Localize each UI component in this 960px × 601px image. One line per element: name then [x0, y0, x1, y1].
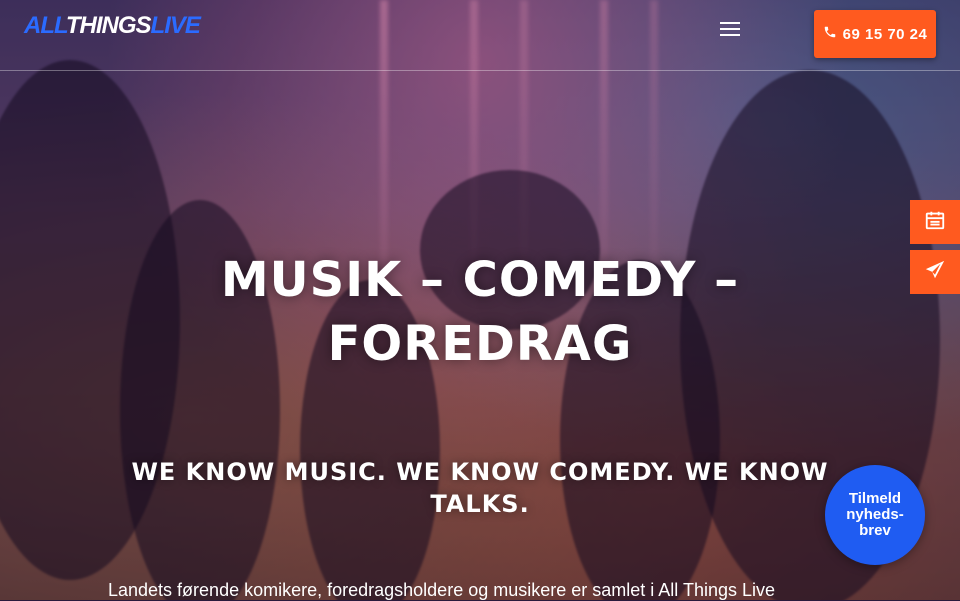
hamburger-icon: [720, 22, 740, 24]
logo-part-things: THINGS: [65, 12, 152, 39]
site-header: ALLTHINGSLIVE 69 15 70 24: [0, 0, 960, 71]
hero-title-line1: MUSIK – COMEDY –: [220, 252, 740, 308]
phone-number: 69 15 70 24: [842, 25, 928, 43]
hero-title: MUSIK – COMEDY – FOREDRAG: [180, 248, 780, 376]
logo-part-live: LIVE: [150, 12, 201, 39]
hero-subtitle: WE KNOW MUSIC. WE KNOW COMEDY. WE KNOW T…: [130, 456, 830, 520]
send-button[interactable]: [910, 250, 960, 294]
newsletter-label-line1: Tilmeld: [848, 490, 902, 507]
calendar-icon: [924, 209, 946, 235]
hero-title-line2: FOREDRAG: [327, 316, 633, 372]
phone-button[interactable]: 69 15 70 24: [814, 10, 936, 58]
hero-subtitle-line2: TALKS.: [430, 490, 530, 518]
phone-icon: [823, 25, 837, 43]
newsletter-signup-button[interactable]: Tilmeld nyheds- brev: [825, 465, 925, 565]
hamburger-menu-button[interactable]: [720, 18, 744, 40]
site-logo[interactable]: ALLTHINGSLIVE: [24, 12, 201, 40]
hero-intro-text: Landets førende komikere, foredragsholde…: [108, 580, 776, 600]
newsletter-label-line3: brev: [859, 522, 891, 539]
calendar-button[interactable]: [910, 200, 960, 244]
paper-plane-icon: [924, 259, 946, 285]
hero-subtitle-line1: WE KNOW MUSIC. WE KNOW COMEDY. WE KNOW: [131, 458, 829, 486]
newsletter-label-line2: nyheds-: [846, 506, 904, 523]
logo-part-all: ALL: [24, 12, 67, 39]
